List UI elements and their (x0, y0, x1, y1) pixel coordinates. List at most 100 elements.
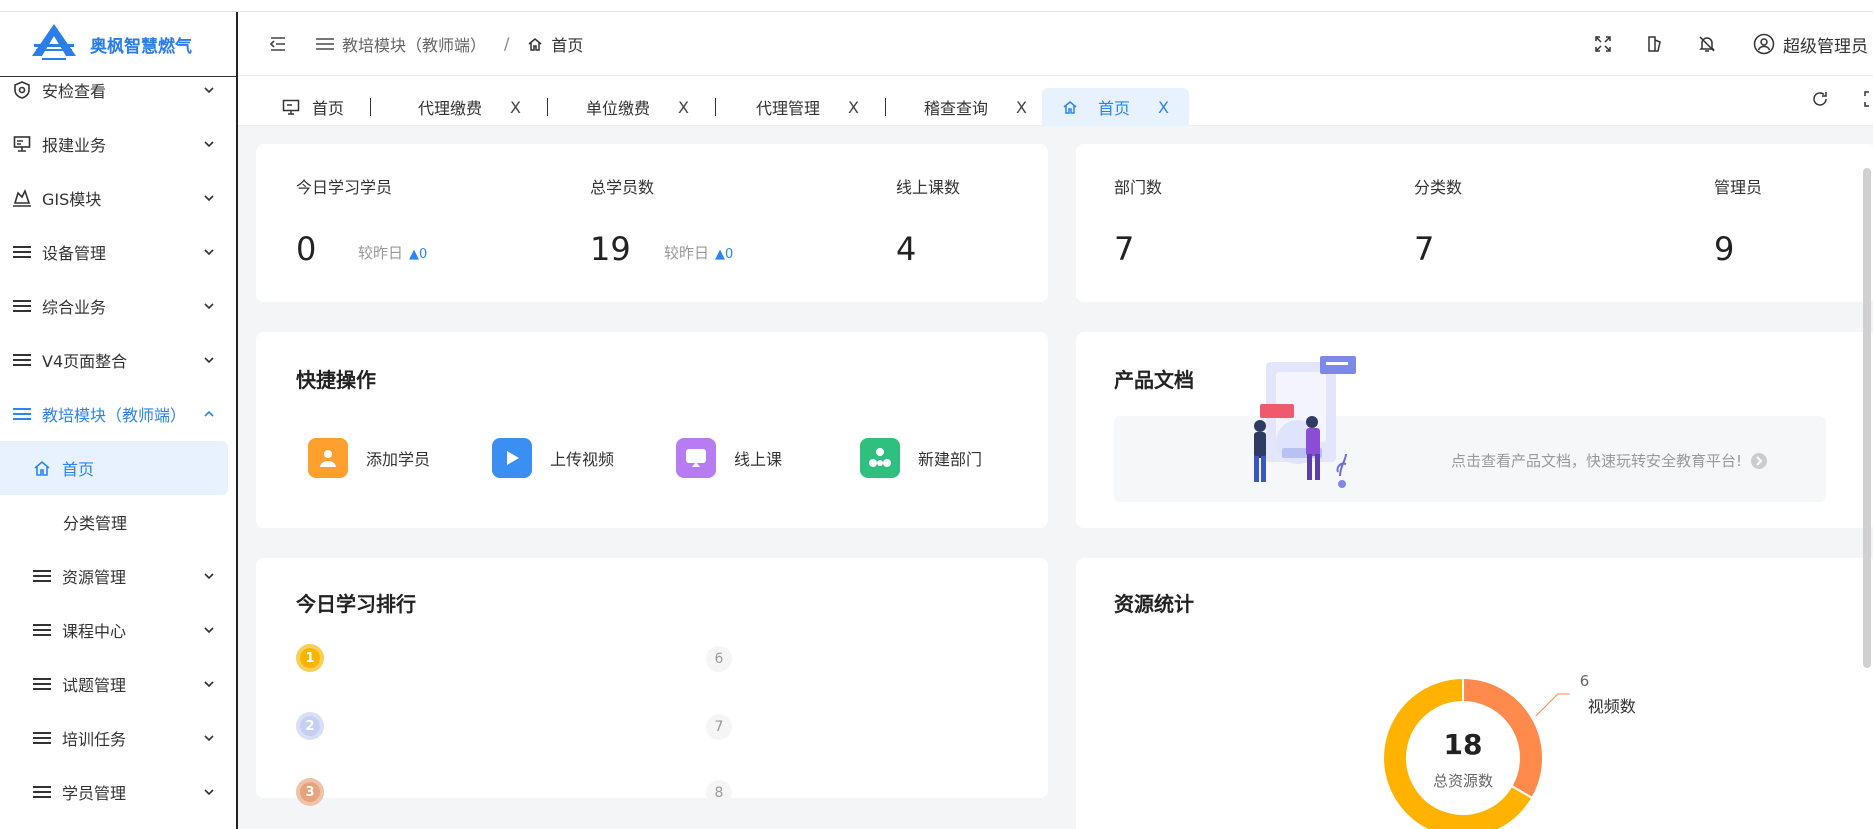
menu-icon (12, 404, 32, 424)
sidebar-item-10[interactable]: 课程中心 (0, 603, 236, 657)
sidebar-item-4[interactable]: 综合业务 (0, 279, 236, 333)
bell-off-icon (1699, 36, 1715, 52)
online-courses-value: 4 (896, 230, 917, 268)
tab-divider (546, 98, 548, 116)
chevron-down-icon (204, 357, 214, 364)
sidebar-item-label: 安检查看 (42, 82, 107, 101)
sidebar-item-11[interactable]: 试题管理 (0, 657, 236, 711)
ranking-row: 1 6 (296, 644, 732, 674)
donut-total-label: 总资源数 (1432, 772, 1493, 790)
sidebar-item-5[interactable]: V4页面整合 (0, 333, 236, 387)
donut-value-label-0: 6 (1580, 672, 1590, 690)
tab-inspection-query[interactable]: 稽查查询 X (924, 88, 1027, 126)
user-menu[interactable]: 超级管理员 (1753, 32, 1873, 57)
breadcrumb-item-module[interactable]: 教培模块（教师端） (342, 32, 486, 56)
rank-count: 6 (706, 646, 732, 672)
theme-button[interactable] (1629, 35, 1681, 53)
tab-close-icon[interactable]: X (510, 98, 521, 117)
home-icon (32, 458, 52, 478)
rank-count: 8 (706, 780, 732, 806)
sidebar-item-2[interactable]: GIS模块 (0, 171, 236, 225)
notification-button[interactable] (1681, 35, 1733, 53)
sidebar-item-label: 教培模块（教师端） (42, 406, 187, 425)
sidebar-item-7[interactable]: 首页 (0, 441, 228, 495)
sidebar-item-0[interactable]: 安检查看 (0, 77, 236, 117)
categories-value: 7 (1414, 230, 1435, 268)
screen-icon (676, 438, 716, 478)
tab-close-icon[interactable]: X (848, 98, 859, 117)
rank-medal-bronze: 3 (296, 778, 324, 806)
admins-value: 9 (1714, 230, 1735, 268)
new-department-label: 新建部门 (918, 450, 983, 469)
tab-unit-payment[interactable]: 单位缴费 X (586, 88, 716, 126)
compare-label: 较昨日 (664, 244, 710, 262)
compare-label: 较昨日 (358, 244, 404, 262)
tab-home-fixed[interactable]: 首页 (282, 88, 372, 126)
tab-agent-management[interactable]: 代理管理 X (756, 88, 886, 126)
maximize-content-icon[interactable] (1863, 90, 1873, 108)
chevron-down-icon (204, 789, 214, 796)
chevron-down-icon (204, 735, 214, 742)
chevron-down-icon (204, 141, 214, 148)
ranking-row: 3 8 (296, 778, 732, 808)
donut-label-line-0 (1535, 693, 1570, 717)
org-tree-icon (860, 438, 900, 478)
sidebar-item-label: 资源管理 (62, 568, 127, 587)
tab-divider (714, 98, 716, 116)
sidebar-item-6[interactable]: 教培模块（教师端） (0, 387, 236, 441)
tab-close-icon[interactable]: X (1016, 98, 1027, 117)
sidebar: 奥枫智慧燃气 安检查看报建业务 GIS模块 设备管理综合业务 V4页面整合教培模块（教… (0, 12, 238, 829)
add-learner-button[interactable]: 添加学员 (308, 438, 430, 478)
sidebar-item-label: 综合业务 (42, 298, 107, 317)
categories-label: 分类数 (1414, 178, 1463, 197)
rank-medal-silver: 2 (296, 712, 324, 740)
tab-label: 代理管理 (756, 99, 821, 118)
chevron-down-icon (204, 303, 214, 310)
sidebar-item-1[interactable]: 报建业务 (0, 117, 236, 171)
quick-actions-card: 快捷操作 添加学员 上传视频 线上课 新建部门 (256, 332, 1048, 528)
collapse-menu-icon[interactable] (268, 34, 288, 54)
learning-ranking-title: 今日学习排行 (296, 592, 416, 616)
add-learner-label: 添加学员 (366, 450, 431, 469)
home-icon (1063, 101, 1077, 114)
menu-icon (12, 296, 32, 316)
new-department-button[interactable]: 新建部门 (860, 438, 982, 478)
product-docs-link[interactable]: 点击查看产品文档，快速玩转安全教育平台! (1451, 450, 1768, 471)
chevron-down-icon (204, 681, 214, 688)
sidebar-item-label: V4页面整合 (42, 352, 128, 371)
monitor-icon (12, 134, 32, 154)
fullscreen-button[interactable] (1577, 35, 1629, 53)
home-icon (528, 37, 542, 51)
monitor-icon (282, 99, 300, 115)
tab-divider (370, 98, 372, 116)
vertical-scrollbar[interactable] (1863, 168, 1871, 668)
user-avatar-icon (1753, 33, 1775, 55)
tab-label: 代理缴费 (418, 99, 483, 118)
tab-close-icon[interactable]: X (1158, 98, 1169, 117)
upload-video-button[interactable]: 上传视频 (492, 438, 614, 478)
online-class-button[interactable]: 线上课 (676, 438, 782, 478)
main-content: 今日学习学员 0 较昨日 ▲0 总学员数 19 较昨日 ▲0 线上课数 4 部门数 … (238, 126, 1873, 829)
donut-total-value: 18 (1443, 728, 1483, 761)
refresh-icon[interactable] (1811, 90, 1829, 108)
total-learners-label: 总学员数 (590, 178, 655, 197)
compare-delta: ▲0 (409, 247, 428, 262)
sidebar-item-9[interactable]: 资源管理 (0, 549, 236, 603)
brand-logo[interactable]: 奥枫智慧燃气 (0, 12, 236, 76)
sidebar-item-label: 首页 (62, 460, 95, 479)
sidebar-item-label: 培训任务 (62, 730, 127, 749)
sidebar-item-label: 分类管理 (63, 514, 128, 533)
resource-stats-card: 资源统计 6视频数12 18 总资源数 (1076, 558, 1873, 829)
product-docs-banner[interactable]: 点击查看产品文档，快速玩转安全教育平台! (1114, 416, 1826, 502)
menu-icon (316, 37, 334, 51)
total-learners-value: 19 (590, 230, 631, 268)
today-learners-value: 0 (296, 230, 317, 268)
breadcrumb-item-current: 首页 (551, 35, 584, 55)
sidebar-item-13[interactable]: 学员管理 (0, 765, 236, 819)
tab-home-active[interactable]: 首页 X (1042, 88, 1189, 126)
tab-agent-payment[interactable]: 代理缴费 X (418, 88, 548, 126)
sidebar-item-3[interactable]: 设备管理 (0, 225, 236, 279)
tab-close-icon[interactable]: X (678, 98, 689, 117)
sidebar-item-8[interactable]: 分类管理 (0, 495, 236, 549)
sidebar-item-12[interactable]: 培训任务 (0, 711, 236, 765)
